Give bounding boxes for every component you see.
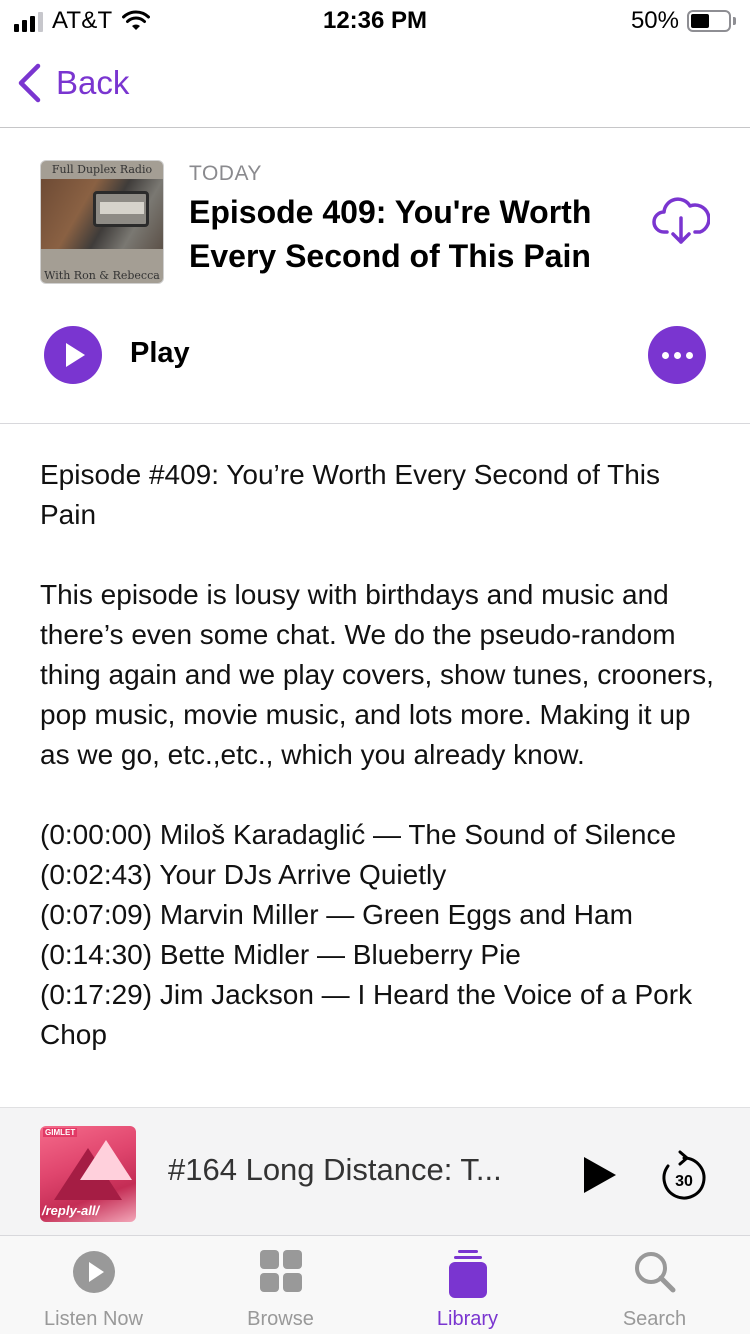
episode-header: Full Duplex Radio With Ron & Rebecca TOD… [0,128,750,424]
mini-player[interactable]: GIMLET /reply-all/ #164 Long Distance: T… [0,1107,750,1235]
tab-search[interactable]: Search [561,1236,748,1334]
track-item: (0:14:30) Bette Midler — Blueberry Pie [40,939,521,970]
battery-icon [687,10,731,32]
episode-description: Episode #409: You’re Worth Every Second … [40,455,720,1105]
mini-player-artwork: GIMLET /reply-all/ [40,1126,136,1222]
tab-label: Browse [247,1308,314,1330]
library-stack-icon [448,1250,487,1298]
status-bar: AT&T 12:36 PM 50% [0,0,750,40]
track-item: (0:00:00) Miloš Karadaglić — The Sound o… [40,819,677,850]
tab-label: Library [436,1308,499,1330]
chevron-left-icon [18,63,41,103]
play-label[interactable]: Play [130,337,190,370]
artwork-top-text: Full Duplex Radio [51,163,153,176]
tab-library[interactable]: Library [374,1236,561,1334]
tab-listen-now[interactable]: Listen Now [0,1236,187,1334]
description-heading: Episode #409: You’re Worth Every Second … [40,459,661,530]
artwork-bottom-text: With Ron & Rebecca [44,269,160,282]
radio-image [93,191,149,227]
battery-percent: 50% [630,7,679,34]
episode-title: Episode 409: You're Worth Every Second o… [189,194,592,274]
tab-label: Search [622,1308,687,1330]
skip-forward-30-button[interactable]: 30 [660,1150,708,1202]
skip-seconds-label: 30 [675,1173,693,1190]
navigation-bar: Back [0,50,750,128]
back-label: Back [56,64,130,101]
tab-label: Listen Now [44,1308,143,1330]
battery-nub [733,17,736,25]
more-dot [685,351,693,359]
mini-play-icon[interactable] [582,1155,618,1195]
episode-date: TODAY [189,162,262,185]
cloud-download-icon[interactable] [652,194,710,248]
track-item: (0:17:29) Jim Jackson — I Heard the Voic… [40,979,693,1050]
mini-player-title: #164 Long Distance: T... [168,1152,502,1187]
play-icon [66,343,85,367]
back-button[interactable]: Back [16,62,129,104]
search-icon [634,1252,675,1293]
artwork-mountain [80,1140,132,1180]
more-dot [661,351,669,359]
play-button[interactable] [44,326,102,384]
more-options-button[interactable] [648,326,706,384]
more-dot [673,351,681,359]
grid-icon [259,1250,302,1292]
tab-browse[interactable]: Browse [187,1236,374,1334]
track-item: (0:07:09) Marvin Miller — Green Eggs and… [40,899,633,930]
skip-forward-icon: 30 [662,1150,706,1200]
track-item: (0:02:43) Your DJs Arrive Quietly [40,859,447,890]
podcast-artwork[interactable]: Full Duplex Radio With Ron & Rebecca [40,160,164,284]
play-circle-icon [72,1251,115,1293]
tab-bar: Listen Now Browse Library Search [0,1235,750,1334]
artwork-brand-text: /reply-all/ [42,1203,100,1218]
artwork-badge: GIMLET [43,1128,78,1137]
status-right: 50% [631,7,736,35]
description-body: This episode is lousy with birthdays and… [40,579,714,770]
